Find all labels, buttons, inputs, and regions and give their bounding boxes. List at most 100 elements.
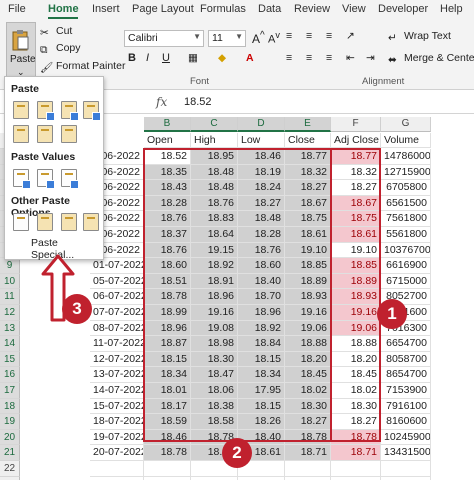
- cell-volume[interactable]: 7561800: [381, 211, 431, 227]
- cell-empty[interactable]: [285, 461, 331, 477]
- column-header-e[interactable]: E: [285, 117, 331, 132]
- align-bottom-icon[interactable]: ≡: [326, 30, 332, 42]
- cell-volume[interactable]: 12715900: [381, 164, 431, 181]
- row-header[interactable]: 11: [0, 289, 20, 305]
- cell-volume[interactable]: 6705800: [381, 180, 431, 196]
- cell-empty[interactable]: [90, 476, 144, 480]
- align-center-icon[interactable]: ≡: [306, 52, 312, 64]
- bold-button[interactable]: B: [128, 52, 136, 64]
- cell-volume[interactable]: 6616900: [381, 258, 431, 274]
- tab-formulas[interactable]: Formulas: [200, 3, 246, 15]
- increase-indent-icon[interactable]: ⇥: [366, 52, 375, 64]
- keep-column-widths-icon[interactable]: [37, 125, 53, 143]
- paste-formulas-icon[interactable]: [37, 101, 55, 121]
- row-header[interactable]: 12: [0, 305, 20, 321]
- row-header[interactable]: 16: [0, 367, 20, 383]
- tab-help[interactable]: Help: [440, 3, 463, 15]
- row-header[interactable]: 20: [0, 429, 20, 446]
- tab-review[interactable]: Review: [294, 3, 330, 15]
- cell-volume[interactable]: 7153900: [381, 383, 431, 399]
- cell-date[interactable]: 11-07-2022: [90, 336, 144, 352]
- cell-empty[interactable]: [191, 476, 238, 480]
- align-left-icon[interactable]: ≡: [286, 52, 292, 64]
- row-header[interactable]: 15: [0, 351, 20, 368]
- borders-icon[interactable]: ▦: [188, 52, 198, 64]
- cell-empty[interactable]: [144, 476, 191, 480]
- cell-date[interactable]: 20-07-2022: [90, 445, 144, 461]
- row-header[interactable]: 9: [0, 258, 20, 274]
- header-open[interactable]: Open: [144, 133, 191, 148]
- column-header-d[interactable]: D: [238, 117, 285, 132]
- column-header-f[interactable]: F: [331, 117, 381, 132]
- fill-color-icon[interactable]: ◆: [218, 52, 226, 64]
- tab-file[interactable]: File: [8, 3, 26, 15]
- cell-volume[interactable]: 6715000: [381, 273, 431, 290]
- cell-volume[interactable]: 8160600: [381, 414, 431, 430]
- paste-formulas-number-format-icon[interactable]: [61, 101, 79, 121]
- values-source-formatting-icon[interactable]: [61, 169, 79, 189]
- row-header[interactable]: 18: [0, 398, 20, 415]
- cell-volume[interactable]: 10245900: [381, 429, 431, 446]
- header-adj-close[interactable]: Adj Close: [331, 133, 381, 148]
- cell-volume[interactable]: 5561800: [381, 227, 431, 243]
- cell-empty[interactable]: [90, 461, 144, 477]
- orientation-icon[interactable]: ↗: [346, 30, 355, 42]
- row-header[interactable]: 19: [0, 414, 20, 430]
- paste-values-icon[interactable]: [13, 169, 31, 189]
- cell-empty[interactable]: [285, 476, 331, 480]
- cell-volume[interactable]: 6654700: [381, 336, 431, 352]
- cell-date[interactable]: 08-07-2022: [90, 320, 144, 337]
- italic-button[interactable]: I: [146, 52, 149, 64]
- cell-date[interactable]: 15-07-2022: [90, 398, 144, 415]
- row-header[interactable]: 23: [0, 476, 20, 480]
- cell-date[interactable]: 14-07-2022: [90, 383, 144, 399]
- cell-adj[interactable]: 18.71: [331, 445, 381, 461]
- fx-icon[interactable]: fx: [156, 95, 167, 109]
- keep-source-formatting-icon[interactable]: [83, 101, 101, 121]
- decrease-indent-icon[interactable]: ⇤: [346, 52, 355, 64]
- wrap-text-button[interactable]: ↵ Wrap Text: [388, 30, 451, 44]
- row-header[interactable]: 10: [0, 273, 20, 290]
- paste-link-icon[interactable]: [37, 213, 53, 231]
- tab-page-layout[interactable]: Page Layout: [132, 3, 194, 15]
- cell-date[interactable]: 12-07-2022: [90, 351, 144, 368]
- row-header[interactable]: 17: [0, 383, 20, 399]
- header-volume[interactable]: Volume: [381, 133, 431, 148]
- cell-empty[interactable]: [331, 476, 381, 480]
- cell-volume[interactable]: 6561500: [381, 195, 431, 212]
- cell-empty[interactable]: [144, 461, 191, 477]
- transpose-icon[interactable]: [61, 125, 77, 143]
- paste-formatting-icon[interactable]: [13, 213, 29, 231]
- paste-icon[interactable]: [13, 101, 29, 119]
- align-right-icon[interactable]: ≡: [326, 52, 332, 64]
- cell-volume[interactable]: 14786000: [381, 149, 431, 165]
- font-name-select[interactable]: Calibri ▼: [124, 30, 204, 47]
- row-header[interactable]: 14: [0, 336, 20, 352]
- cell-volume[interactable]: 8058700: [381, 351, 431, 368]
- cell-date[interactable]: 18-07-2022: [90, 414, 144, 430]
- formula-input[interactable]: 18.52: [184, 96, 212, 108]
- increase-font-icon[interactable]: A^: [252, 30, 265, 46]
- merge-center-button[interactable]: ⬌ Merge & Center: [388, 52, 474, 66]
- cell-volume[interactable]: 13431500: [381, 445, 431, 461]
- cell-empty[interactable]: [331, 461, 381, 477]
- cell-date[interactable]: 13-07-2022: [90, 367, 144, 383]
- values-number-format-icon[interactable]: [37, 169, 55, 189]
- cell-date[interactable]: 05-07-2022: [90, 273, 144, 290]
- cell-close[interactable]: 18.71: [285, 445, 331, 461]
- cell-volume[interactable]: 7916100: [381, 398, 431, 415]
- format-painter-button[interactable]: 🖌 Format Painter: [40, 60, 125, 74]
- row-header[interactable]: 21: [0, 445, 20, 461]
- tab-view[interactable]: View: [342, 3, 366, 15]
- cell-volume[interactable]: 10376700: [381, 242, 431, 259]
- cell-empty[interactable]: [381, 461, 431, 477]
- tab-insert[interactable]: Insert: [92, 3, 120, 15]
- no-borders-icon[interactable]: [13, 125, 29, 143]
- tab-data[interactable]: Data: [258, 3, 281, 15]
- header-high[interactable]: High: [191, 133, 238, 148]
- column-header-c[interactable]: C: [191, 117, 238, 132]
- decrease-font-icon[interactable]: Av: [268, 30, 280, 46]
- paste-picture-icon[interactable]: [61, 213, 77, 231]
- underline-button[interactable]: U: [162, 52, 170, 64]
- copy-button[interactable]: ⧉ Copy: [40, 42, 81, 56]
